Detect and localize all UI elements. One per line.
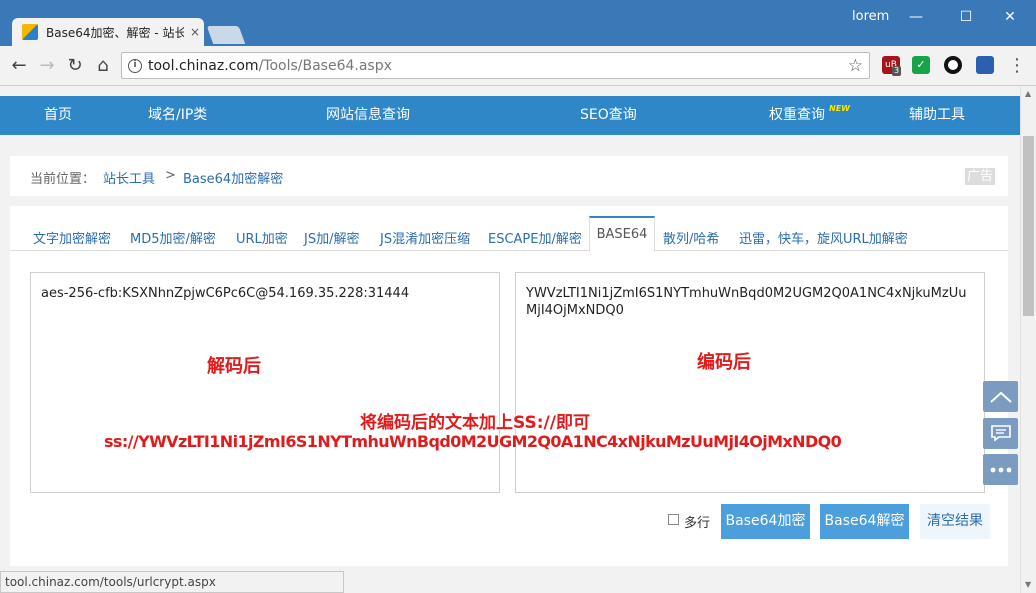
save-extension-icon[interactable]	[976, 56, 994, 74]
scroll-up-icon[interactable]: ▲	[1025, 89, 1031, 98]
multiline-label: 多行	[684, 516, 711, 531]
multiline-checkbox[interactable]	[668, 514, 679, 525]
status-bar-url: tool.chinaz.com/tools/urlcrypt.aspx	[0, 571, 344, 593]
tab-js-encrypt[interactable]: JS加/解密	[304, 228, 359, 247]
annotation-hint: 将编码后的文本加上SS://即可	[360, 413, 590, 433]
reload-icon[interactable]: ↻	[64, 55, 86, 77]
breadcrumb-separator: >	[165, 168, 176, 183]
browser-tab[interactable]: Base64加密、解密 - 站长 ×	[12, 18, 204, 46]
browser-menu-icon[interactable]: ⋮	[1008, 56, 1026, 76]
url-path: /Tools/Base64.aspx	[258, 57, 392, 74]
page-scrollbar[interactable]: ▲ ▼	[1020, 86, 1036, 593]
circle-extension-icon[interactable]	[944, 56, 962, 74]
chinaz-favicon-icon	[22, 24, 38, 40]
tab-text-encrypt[interactable]: 文字加密解密	[33, 228, 111, 247]
tab-escape[interactable]: ESCAPE加/解密	[488, 228, 582, 247]
tool-tabs: 文字加密解密 MD5加密/解密 URL加密 JS加/解密 JS混淆加密压缩 ES…	[10, 216, 1008, 252]
breadcrumb: 当前位置： 站长工具 > Base64加密解密 广告	[10, 156, 1008, 196]
extension-badge-count: 3	[892, 66, 902, 76]
home-icon[interactable]: ⌂	[92, 55, 114, 77]
url-host: tool.chinaz.com	[148, 57, 259, 74]
nav-item-site-info[interactable]: 网站信息查询	[326, 96, 410, 135]
base64-decode-button[interactable]: Base64解密	[820, 504, 909, 539]
tab-thunder-url[interactable]: 迅雷，快车，旋风URL加解密	[739, 228, 908, 247]
address-bar[interactable]: i tool.chinaz.com/Tools/Base64.aspx ☆	[121, 52, 870, 79]
tab-url-encrypt[interactable]: URL加密	[236, 228, 288, 247]
nav-item-domain-ip[interactable]: 域名/IP类	[148, 96, 207, 135]
browser-toolbar: ← → ↻ ⌂ i tool.chinaz.com/Tools/Base64.a…	[0, 46, 1036, 86]
breadcrumb-home-link[interactable]: 站长工具	[103, 168, 155, 187]
browser-titlebar: Base64加密、解密 - 站长 × lorem — ☐ ✕	[0, 0, 1036, 46]
nav-item-tools[interactable]: 辅助工具	[909, 96, 965, 135]
nav-item-weight[interactable]: 权重查询	[769, 96, 825, 135]
base64-encode-button[interactable]: Base64加密	[721, 504, 810, 539]
annotation-decoded: 解码后	[207, 356, 261, 377]
feedback-button[interactable]	[983, 418, 1018, 449]
encoded-textarea[interactable]: YWVzLTI1Ni1jZmI6S1NYTmhuWnBqd0M2UGM2Q0A1…	[515, 272, 985, 493]
nav-item-seo[interactable]: SEO查询	[580, 96, 637, 135]
close-window-button[interactable]: ✕	[990, 6, 1030, 28]
tab-js-obfuscate[interactable]: JS混淆加密压缩	[380, 228, 470, 247]
ublock-extension-icon[interactable]: uB 3	[882, 56, 902, 76]
shield-extension-icon[interactable]: ✓	[912, 56, 930, 74]
clear-result-button[interactable]: 清空结果	[920, 504, 990, 539]
profile-name[interactable]: lorem	[852, 9, 889, 24]
scroll-top-button[interactable]	[983, 381, 1018, 412]
ad-badge: 广告	[965, 168, 995, 185]
annotation-encoded: 编码后	[697, 352, 751, 373]
bookmark-star-icon[interactable]: ☆	[848, 56, 863, 76]
main-nav: 首页 域名/IP类 网站信息查询 SEO查询 权重查询 NEW 辅助工具	[0, 96, 1020, 135]
minimize-button[interactable]: —	[896, 6, 936, 28]
chat-bubble-icon	[990, 425, 1011, 442]
annotation-ss-link: ss://YWVzLTI1Ni1jZmI6S1NYTmhuWnBqd0M2UGM…	[104, 432, 842, 451]
maximize-button[interactable]: ☐	[946, 6, 986, 28]
new-badge: NEW	[829, 104, 850, 113]
tab-close-icon[interactable]: ×	[190, 25, 200, 39]
more-button[interactable]	[983, 454, 1018, 485]
chevron-up-icon	[989, 391, 1012, 403]
tab-md5[interactable]: MD5加密/解密	[130, 228, 216, 247]
scroll-down-icon[interactable]: ▼	[1025, 580, 1031, 589]
decoded-textarea[interactable]: aes-256-cfb:KSXNhnZpjwC6Pc6C@54.169.35.2…	[30, 272, 500, 493]
breadcrumb-label: 当前位置：	[30, 172, 96, 187]
new-tab-button[interactable]	[206, 26, 246, 44]
back-arrow-icon[interactable]: ←	[8, 55, 30, 77]
site-info-icon[interactable]: i	[128, 58, 142, 73]
tab-base64[interactable]: BASE64	[589, 216, 655, 252]
forward-arrow-icon[interactable]: →	[36, 55, 58, 77]
tab-hash[interactable]: 散列/哈希	[663, 228, 719, 247]
nav-item-home[interactable]: 首页	[44, 96, 72, 135]
tab-title: Base64加密、解密 - 站长	[46, 25, 184, 40]
more-dots-icon	[990, 467, 1011, 473]
scrollbar-thumb[interactable]	[1023, 136, 1034, 316]
breadcrumb-current[interactable]: Base64加密解密	[183, 168, 283, 187]
